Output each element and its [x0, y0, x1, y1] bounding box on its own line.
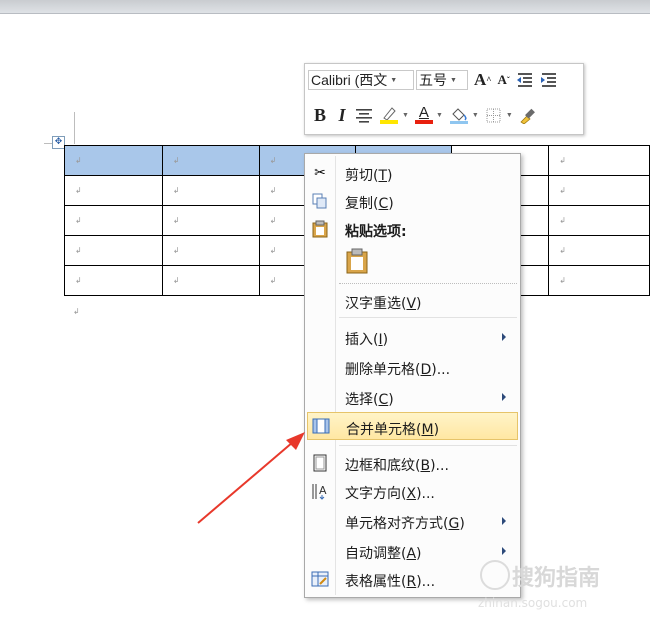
- watermark-url: zhinan.sogou.com: [478, 596, 588, 610]
- watermark-text: 搜狗指南: [512, 566, 601, 591]
- annotation-arrow-icon: [197, 432, 305, 524]
- watermark-logo-icon: [480, 560, 510, 590]
